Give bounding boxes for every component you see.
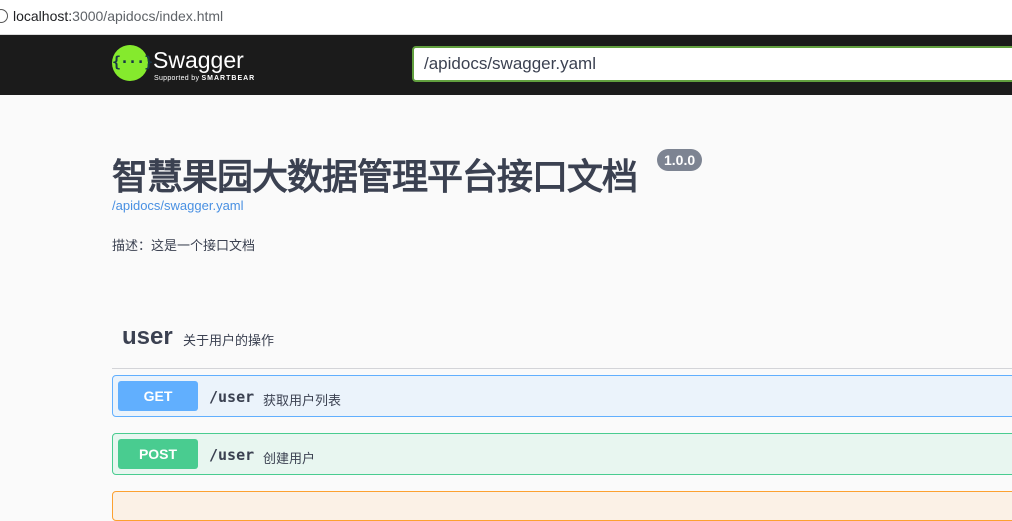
site-info-icon[interactable] (0, 9, 8, 23)
tag-description: 关于用户的操作 (183, 333, 275, 348)
smartbear-text: SMARTBEAR (201, 75, 256, 82)
method-badge-post: POST (118, 439, 198, 469)
api-title: 智慧果园大数据管理平台接口文档 (112, 157, 638, 198)
swagger-topbar: {···} Swagger Supported by SMARTBEAR (0, 35, 1012, 95)
url-host: localhost: (13, 8, 73, 24)
address-bar[interactable]: localhost:3000/apidocs/index.html (0, 0, 1012, 35)
operation-get-user[interactable]: GET /user 获取用户列表 (112, 375, 1012, 417)
address-url[interactable]: localhost:3000/apidocs/index.html (13, 8, 223, 24)
api-description: 描述：这是一个接口文档 (112, 238, 256, 253)
spec-url-input[interactable] (412, 46, 1012, 82)
spec-url-link[interactable]: /apidocs/swagger.yaml (112, 198, 244, 213)
url-path: 3000/apidocs/index.html (72, 8, 224, 24)
tag-name: user (122, 323, 173, 350)
swagger-logo-icon: {···} (112, 45, 153, 81)
tag-section-user[interactable]: user 关于用户的操作 (112, 318, 1012, 369)
operation-post-user[interactable]: POST /user 创建用户 (112, 433, 1012, 475)
swagger-logo-subtitle: Supported by SMARTBEAR (154, 75, 255, 82)
supported-by-text: Supported by (154, 75, 200, 82)
version-badge: 1.0.0 (657, 149, 703, 171)
operation-summary: 创建用户 (263, 451, 316, 466)
swagger-logo-title: Swagger (153, 47, 244, 73)
operation-path: /user (209, 446, 255, 464)
swagger-logo-symbol: {···} (112, 53, 153, 71)
operation-summary: 获取用户列表 (263, 393, 342, 408)
method-badge-get: GET (118, 381, 198, 411)
operation-path: /user (209, 388, 255, 406)
